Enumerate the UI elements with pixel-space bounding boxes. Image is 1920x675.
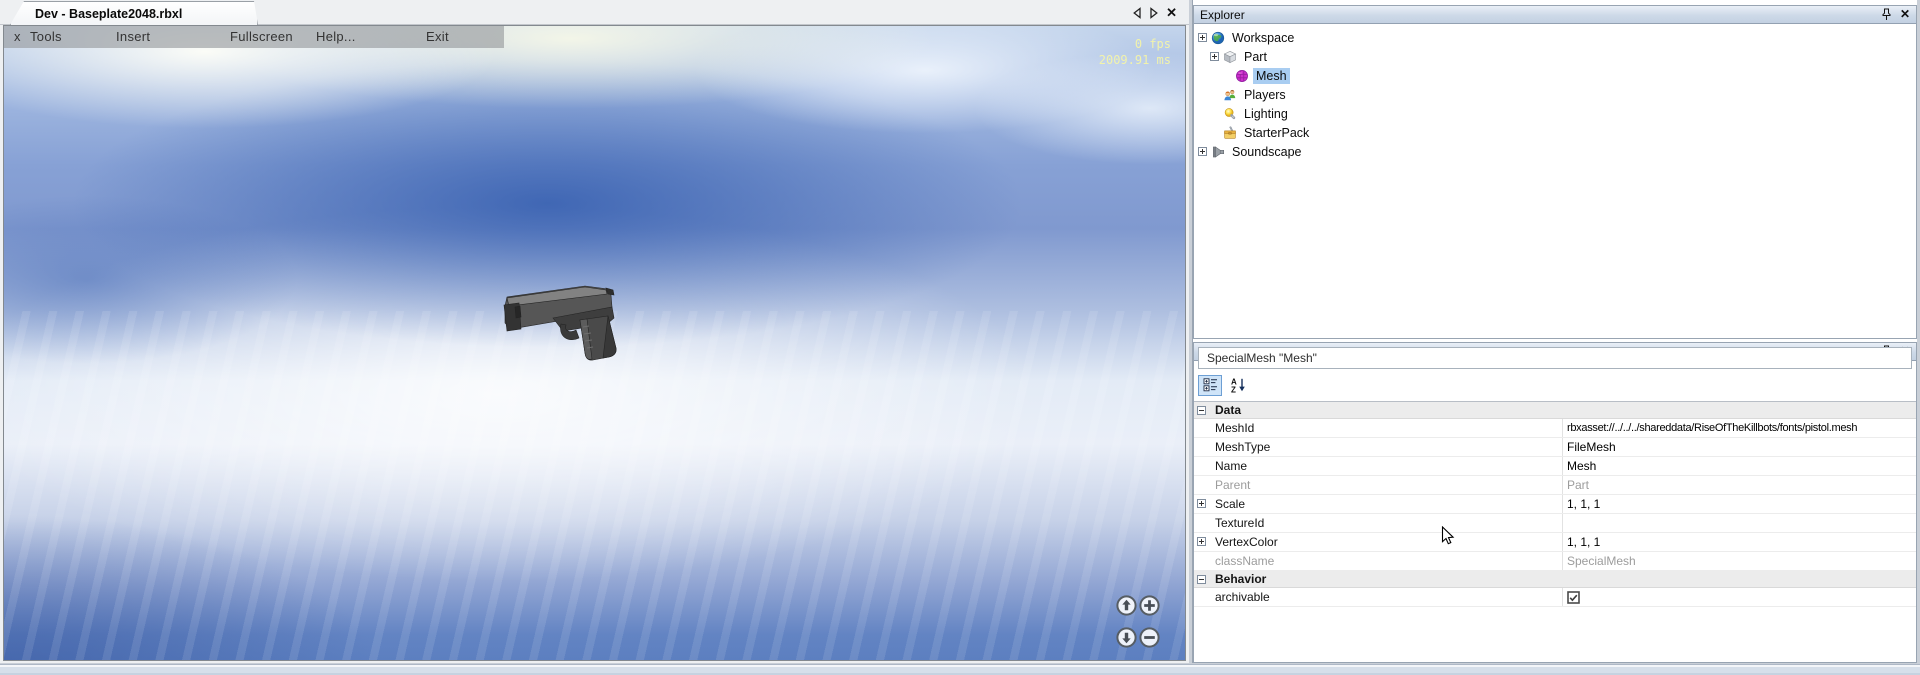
properties-panel: Properties ✕ SpecialMesh "Mesh" AZ DataM… [1193, 342, 1917, 663]
property-row-meshid[interactable]: MeshId rbxasset://../../../shareddata/Ri… [1194, 419, 1916, 438]
property-value[interactable]: FileMesh [1567, 440, 1616, 454]
3d-viewport[interactable]: x Tools Insert Fullscreen Help... Exit 0… [3, 25, 1186, 661]
pin-icon[interactable] [1882, 8, 1891, 21]
explorer-title: Explorer [1200, 8, 1245, 22]
section-header-behavior[interactable]: Behavior [1194, 571, 1916, 588]
tree-item-label: Part [1241, 49, 1270, 65]
property-row-archivable[interactable]: archivable [1194, 588, 1916, 607]
categorized-view-button[interactable] [1198, 375, 1222, 396]
property-name: MeshType [1194, 438, 1563, 456]
expand-plus-icon[interactable] [1198, 33, 1207, 42]
property-name: VertexColor [1194, 533, 1563, 551]
two-people-icon [1223, 88, 1237, 102]
property-row-vertexcolor[interactable]: VertexColor 1, 1, 1 [1194, 533, 1916, 552]
light-bulb-icon [1223, 107, 1237, 121]
explorer-panel: Explorer ✕ Workspace Part Mesh Players Light… [1193, 5, 1917, 339]
property-value[interactable]: 1, 1, 1 [1567, 497, 1600, 511]
property-name: TextureId [1194, 514, 1563, 532]
menu-bar: x Tools Insert Fullscreen Help... Exit [4, 26, 504, 48]
explorer-tree: Workspace Part Mesh Players Lighting StarterP… [1194, 24, 1916, 161]
property-row-parent[interactable]: Parent Part [1194, 476, 1916, 495]
speaker-icon [1211, 145, 1225, 159]
tree-item-workspace[interactable]: Workspace [1194, 28, 1916, 47]
property-value: SpecialMesh [1567, 554, 1636, 568]
property-name: Scale [1194, 495, 1563, 513]
expand-plus-icon[interactable] [1210, 52, 1219, 61]
mdi-close-icon[interactable]: ✕ [1166, 6, 1177, 20]
tree-item-label: Players [1241, 87, 1289, 103]
property-row-classname[interactable]: className SpecialMesh [1194, 552, 1916, 571]
tab-bar: Dev - Baseplate2048.rbxl ✕ [0, 0, 1189, 25]
tree-item-part[interactable]: Part [1194, 47, 1916, 66]
expand-plus-icon[interactable] [1197, 499, 1206, 508]
sort-alphabetical-button[interactable]: AZ [1226, 375, 1250, 396]
property-value[interactable]: rbxasset://../../../shareddata/RiseOfThe… [1567, 422, 1857, 434]
section-label: Data [1194, 402, 1563, 418]
pack-box-icon [1223, 126, 1237, 140]
camera-nav-buttons [1116, 595, 1160, 648]
tree-item-label: StarterPack [1241, 125, 1312, 141]
property-name: className [1194, 552, 1563, 570]
tree-item-starterpack[interactable]: StarterPack [1194, 123, 1916, 142]
menu-item-tools[interactable]: Tools [30, 29, 62, 44]
tree-item-label: Workspace [1229, 30, 1297, 46]
tree-item-mesh[interactable]: Mesh [1194, 66, 1916, 85]
selected-object-label: SpecialMesh "Mesh" [1207, 351, 1317, 365]
menu-item-insert[interactable]: Insert [116, 29, 150, 44]
globe-icon [1211, 31, 1225, 45]
property-row-scale[interactable]: Scale 1, 1, 1 [1194, 495, 1916, 514]
menu-item-fullscreen[interactable]: Fullscreen [230, 29, 293, 44]
bottom-dock-strip [0, 664, 1920, 675]
fps-overlay: 0 fps 2009.91 ms [1099, 36, 1171, 68]
svg-text:Z: Z [1231, 385, 1236, 393]
menu-item-help[interactable]: Help... [316, 29, 356, 44]
gray-cube-icon [1223, 50, 1237, 64]
tree-item-lighting[interactable]: Lighting [1194, 104, 1916, 123]
collapse-minus-icon[interactable] [1197, 575, 1206, 584]
property-name: MeshId [1194, 419, 1563, 437]
property-row-meshtype[interactable]: MeshType FileMesh [1194, 438, 1916, 457]
collapse-minus-icon[interactable] [1197, 406, 1206, 415]
mdi-next-icon[interactable] [1149, 7, 1159, 19]
tilt-down-button[interactable] [1116, 627, 1137, 648]
property-name: Name [1194, 457, 1563, 475]
tree-item-soundscape[interactable]: Soundscape [1194, 142, 1916, 161]
zoom-out-button[interactable] [1139, 627, 1160, 648]
tree-item-label: Soundscape [1229, 144, 1305, 160]
explorer-close-icon[interactable]: ✕ [1900, 8, 1910, 21]
selected-object-header: SpecialMesh "Mesh" [1198, 347, 1912, 369]
property-row-name[interactable]: Name Mesh [1194, 457, 1916, 476]
section-label: Behavior [1194, 571, 1563, 587]
archivable-checkbox[interactable] [1567, 591, 1580, 604]
expand-plus-icon[interactable] [1197, 537, 1206, 546]
expand-plus-icon[interactable] [1198, 147, 1207, 156]
properties-grid: DataMeshId rbxasset://../../../shareddat… [1194, 401, 1916, 607]
tree-item-label: Mesh [1253, 68, 1290, 84]
property-row-textureid[interactable]: TextureId [1194, 514, 1916, 533]
property-name: archivable [1194, 588, 1563, 606]
right-dock-column: Explorer ✕ Workspace Part Mesh Players Light… [1193, 0, 1917, 663]
frame-time-value: 2009.91 ms [1099, 52, 1171, 68]
tree-item-players[interactable]: Players [1194, 85, 1916, 104]
property-value[interactable]: Mesh [1567, 459, 1596, 473]
document-tab[interactable]: Dev - Baseplate2048.rbxl [10, 1, 258, 25]
magenta-sphere-icon [1235, 69, 1249, 83]
roblox-studio-window: Dev - Baseplate2048.rbxl ✕ [0, 0, 1920, 675]
tilt-up-button[interactable] [1116, 595, 1137, 616]
section-header-data[interactable]: Data [1194, 402, 1916, 419]
pistol-mesh-object[interactable] [495, 277, 627, 369]
explorer-titlebar: Explorer ✕ [1194, 6, 1916, 24]
fps-value: 0 fps [1099, 36, 1171, 52]
property-value[interactable]: 1, 1, 1 [1567, 535, 1600, 549]
tree-item-label: Lighting [1241, 106, 1291, 122]
document-tab-title: Dev - Baseplate2048.rbxl [35, 7, 182, 21]
menu-close-x[interactable]: x [14, 29, 21, 44]
mdi-prev-icon[interactable] [1132, 7, 1142, 19]
properties-toolbar: AZ [1198, 373, 1250, 397]
property-name: Parent [1194, 476, 1563, 494]
zoom-in-button[interactable] [1139, 595, 1160, 616]
viewport-window: Dev - Baseplate2048.rbxl ✕ [0, 0, 1189, 663]
menu-item-exit[interactable]: Exit [426, 29, 449, 44]
property-value: Part [1567, 478, 1589, 492]
